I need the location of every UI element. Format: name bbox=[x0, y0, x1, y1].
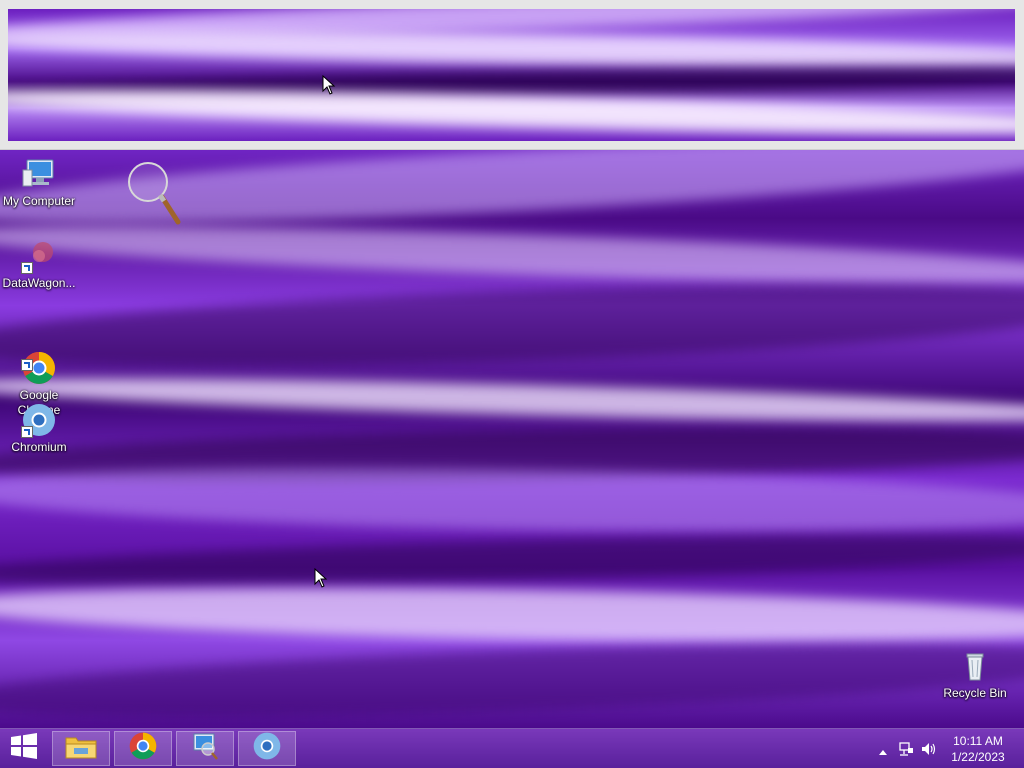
desktop-icon-label: Chromium bbox=[11, 440, 67, 454]
desktop-icon-label: My Computer bbox=[2, 194, 76, 208]
volume-icon[interactable] bbox=[920, 741, 938, 762]
clock[interactable]: 10:11 AM 1/22/2023 bbox=[948, 733, 1008, 765]
desktop-icon-recycle-bin[interactable]: Recycle Bin bbox=[936, 648, 1014, 701]
shortcut-arrow-icon bbox=[21, 262, 33, 274]
desktop-icon-my-computer[interactable]: My Computer bbox=[0, 156, 78, 209]
computer-icon bbox=[21, 156, 57, 192]
desktop-icon-label: Recycle Bin bbox=[943, 686, 1007, 700]
desktop-icon-datawagon[interactable]: DataWagon... bbox=[0, 238, 78, 291]
clock-date: 1/22/2023 bbox=[951, 750, 1005, 764]
datawagon-icon bbox=[21, 238, 57, 274]
magnifier-app-icon bbox=[190, 731, 220, 766]
wallpaper-band bbox=[0, 459, 1024, 541]
taskbar-chromium[interactable] bbox=[238, 731, 296, 766]
clock-time: 10:11 AM bbox=[953, 734, 1003, 748]
recycle-bin-icon bbox=[957, 648, 993, 684]
start-button[interactable] bbox=[0, 729, 48, 768]
desktop[interactable]: My Computer DataWagon... Google Chrome bbox=[0, 0, 1024, 728]
magnifier-glass-icon[interactable] bbox=[126, 160, 184, 230]
wallpaper-band bbox=[0, 579, 1024, 651]
system-tray: 10:11 AM 1/22/2023 bbox=[864, 729, 1024, 768]
taskbar-google-chrome[interactable] bbox=[114, 731, 172, 766]
desktop-icon-chromium[interactable]: Chromium bbox=[0, 402, 78, 455]
show-hidden-icons-chevron[interactable] bbox=[878, 743, 888, 761]
chromium-icon bbox=[21, 402, 57, 438]
wallpaper-band bbox=[0, 629, 1024, 728]
shortcut-arrow-icon bbox=[21, 426, 33, 438]
taskbar-magnifier[interactable] bbox=[176, 731, 234, 766]
desktop-icon-label: DataWagon... bbox=[2, 276, 76, 290]
windows-logo-icon bbox=[10, 733, 38, 764]
file-explorer-icon bbox=[64, 732, 98, 765]
network-icon[interactable] bbox=[898, 741, 914, 762]
taskbar-file-explorer[interactable] bbox=[52, 731, 110, 766]
chrome-icon bbox=[128, 731, 158, 766]
wallpaper-band bbox=[0, 269, 1024, 381]
taskbar: 10:11 AM 1/22/2023 bbox=[0, 728, 1024, 768]
magnifier-docked-window[interactable] bbox=[0, 0, 1024, 150]
chrome-icon bbox=[21, 335, 57, 384]
chromium-icon bbox=[252, 731, 282, 766]
magnifier-view bbox=[8, 9, 1015, 141]
wallpaper-band bbox=[0, 524, 1024, 596]
wallpaper-band bbox=[0, 369, 1024, 431]
shortcut-arrow-icon bbox=[21, 359, 33, 371]
